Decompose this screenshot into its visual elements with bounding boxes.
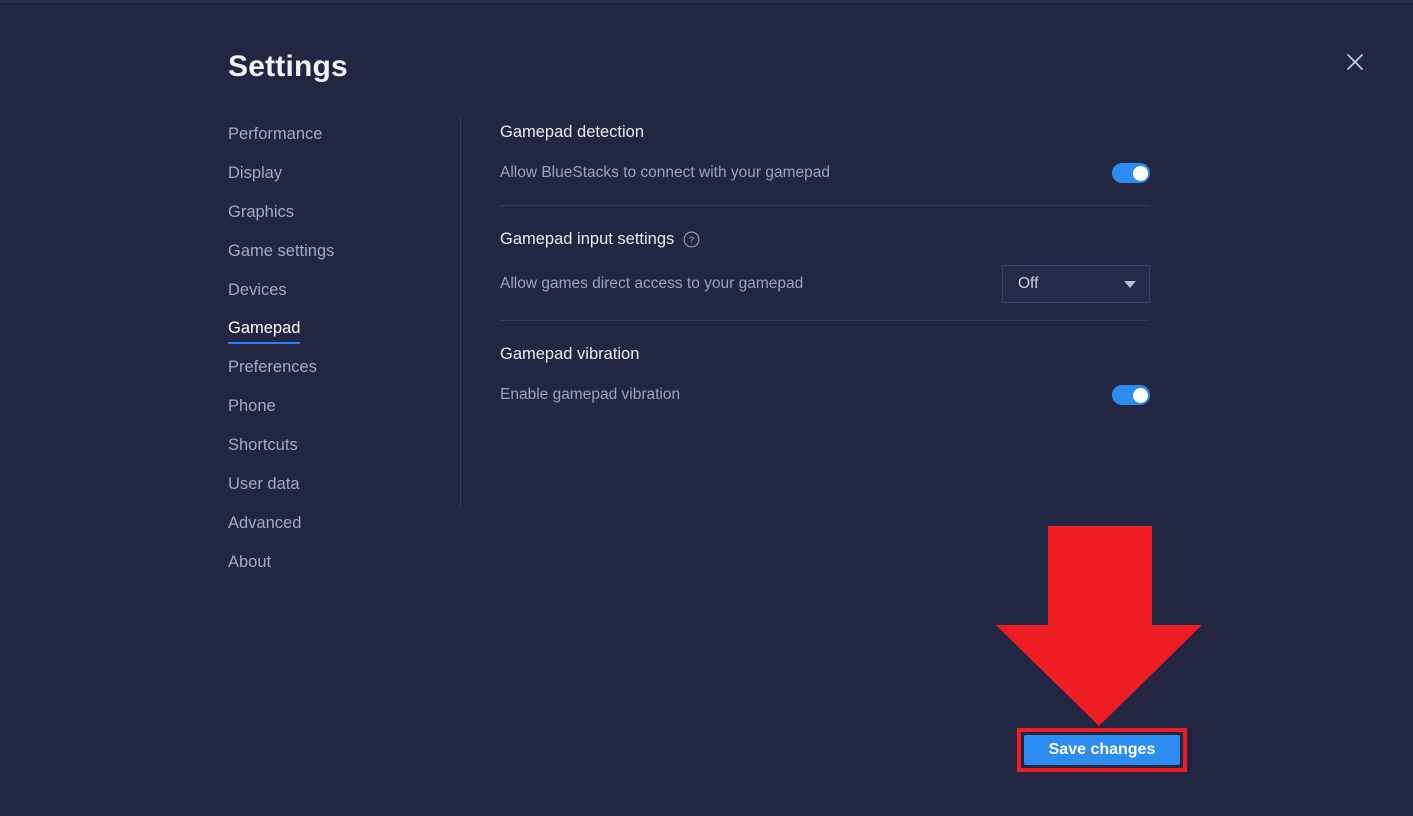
help-circle-icon[interactable]: ? [683, 231, 700, 248]
row-label-direct-access: Allow games direct access to your gamepa… [500, 275, 804, 292]
sidebar-item-game-settings[interactable]: Game settings [228, 243, 334, 260]
sidebar-item-performance[interactable]: Performance [228, 126, 322, 143]
page-title: Settings [228, 50, 348, 83]
section-title-text: Gamepad input settings [500, 230, 675, 248]
settings-dialog: Settings Performance Display Graphics Ga… [0, 0, 1413, 816]
sidebar-item-advanced[interactable]: Advanced [228, 515, 301, 532]
section-title-text: Gamepad detection [500, 123, 645, 141]
sidebar-item-about[interactable]: About [228, 554, 271, 571]
down-arrow-annotation [993, 526, 1205, 728]
sidebar-item-gamepad[interactable]: Gamepad [228, 320, 301, 344]
sidebar-content-divider [460, 118, 461, 506]
svg-text:?: ? [689, 235, 694, 246]
close-icon[interactable] [1340, 47, 1370, 77]
save-changes-button[interactable]: Save changes [1024, 735, 1180, 765]
select-direct-access[interactable]: Off [1002, 265, 1150, 303]
toggle-knob [1132, 165, 1148, 181]
sidebar-item-graphics[interactable]: Graphics [228, 204, 294, 221]
settings-content-panel: Gamepad detection Allow BlueStacks to co… [500, 118, 1150, 405]
sidebar-item-preferences[interactable]: Preferences [228, 359, 317, 376]
chevron-down-icon [1124, 280, 1136, 288]
section-title-gamepad-vibration: Gamepad vibration [500, 345, 1150, 364]
toggle-gamepad-vibration[interactable] [1112, 385, 1150, 405]
sidebar-item-display[interactable]: Display [228, 165, 282, 182]
section-title-gamepad-input-settings: Gamepad input settings ? [500, 230, 1150, 249]
settings-sidebar: Performance Display Graphics Game settin… [228, 126, 438, 593]
sidebar-item-devices[interactable]: Devices [228, 282, 287, 299]
sidebar-item-phone[interactable]: Phone [228, 398, 276, 415]
row-gamepad-detection: Allow BlueStacks to connect with your ga… [500, 163, 1150, 183]
sidebar-item-user-data[interactable]: User data [228, 476, 300, 493]
select-value: Off [1018, 275, 1039, 292]
row-gamepad-input-access: Allow games direct access to your gamepa… [500, 265, 1150, 303]
row-label-allow-connect: Allow BlueStacks to connect with your ga… [500, 164, 830, 181]
section-title-gamepad-detection: Gamepad detection [500, 123, 1150, 142]
row-label-enable-vibration: Enable gamepad vibration [500, 386, 681, 403]
sidebar-item-shortcuts[interactable]: Shortcuts [228, 437, 298, 454]
toggle-knob [1132, 387, 1148, 403]
toggle-gamepad-detection[interactable] [1112, 163, 1150, 183]
section-title-text: Gamepad vibration [500, 345, 640, 363]
row-gamepad-vibration: Enable gamepad vibration [500, 385, 1150, 405]
